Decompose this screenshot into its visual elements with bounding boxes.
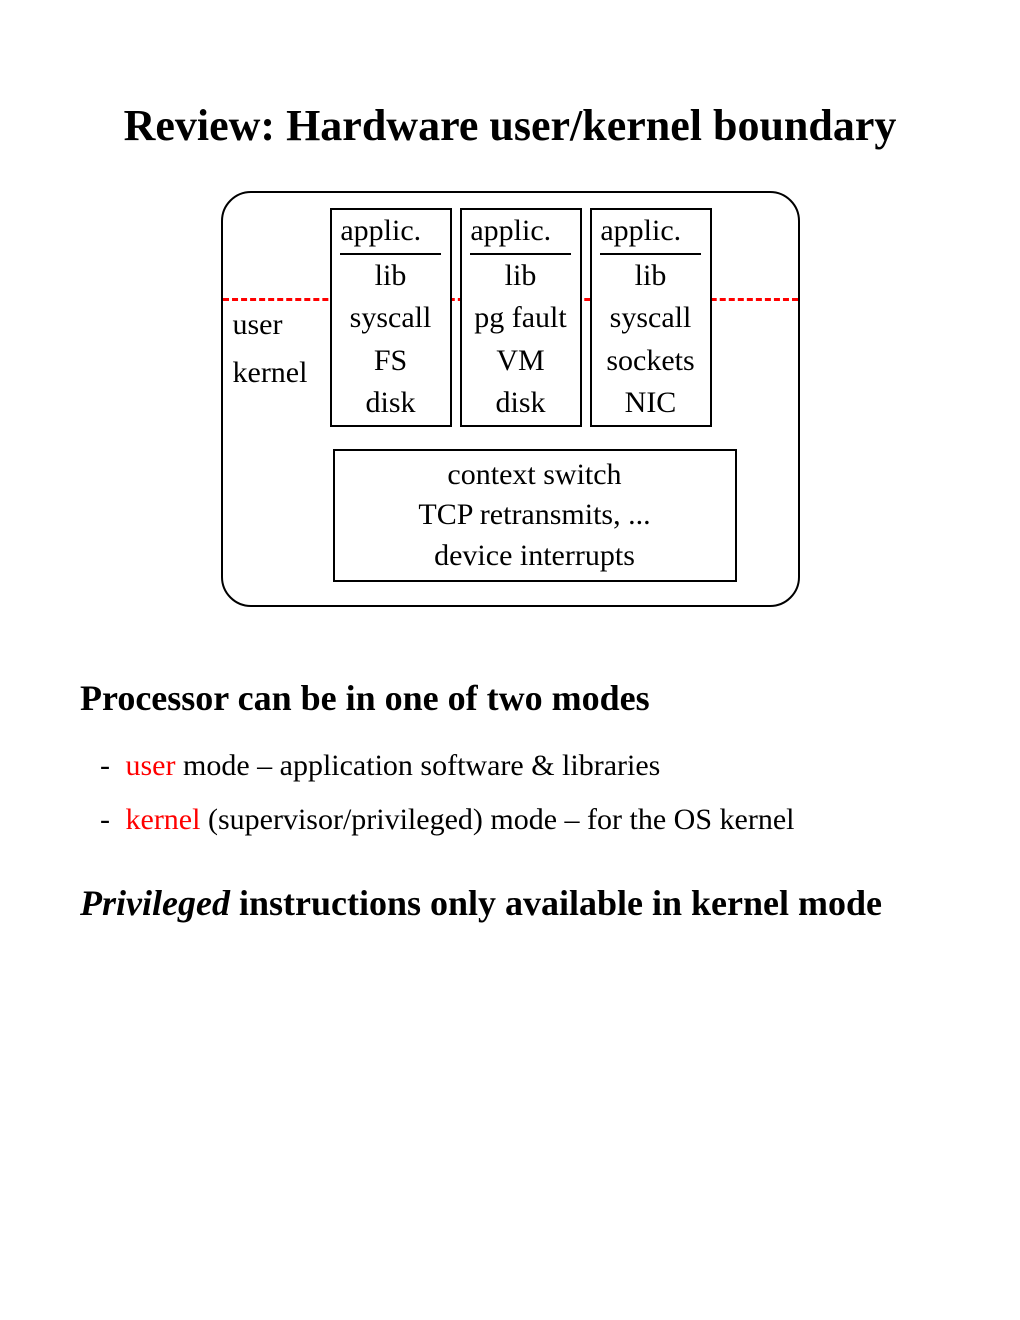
bg-line-1: context switch [335,455,735,496]
stack-0: applic. lib syscall FS disk [330,208,452,427]
stack-2-lib: lib [635,255,667,298]
stack-0-lib: lib [375,255,407,298]
stack-0-applic: applic. [340,210,440,255]
bg-line-2: TCP retransmits, ... [335,495,735,536]
bullet-0: - user mode – application software & lib… [100,739,940,793]
stack-1-trap: pg fault [474,297,566,340]
bg-line-3: device interrupts [335,536,735,577]
stack-2: applic. lib syscall sockets NIC [590,208,712,427]
bullet-list: - user mode – application software & lib… [100,739,940,847]
stacks-row: user kernel applic. lib syscall FS disk … [233,208,773,427]
subheading-2: Privileged instructions only available i… [80,882,940,924]
slide-container: Review: Hardware user/kernel boundary us… [0,0,1020,964]
bullet-1: - kernel (supervisor/privileged) mode – … [100,793,940,847]
kernel-label: kernel [233,356,323,390]
stack-1-mid: VM [496,340,544,383]
stack-0-dev: disk [365,382,415,425]
background-box: context switch TCP retransmits, ... devi… [333,449,737,583]
slide-title: Review: Hardware user/kernel boundary [80,100,940,151]
user-label: user [233,308,323,342]
stack-1-lib: lib [505,255,537,298]
stack-1-dev: disk [495,382,545,425]
stack-1-applic: applic. [470,210,570,255]
subheading-1: Processor can be in one of two modes [80,677,940,719]
stack-0-trap: syscall [350,297,432,340]
bullet-1-key: kernel [126,803,201,836]
stack-2-mid: sockets [606,340,694,383]
bullet-0-rest: mode – application software & libraries [175,749,660,782]
stack-2-trap: syscall [610,297,692,340]
mode-labels: user kernel [233,208,326,427]
stack-1: applic. lib pg fault VM disk [460,208,582,427]
subheading-2-rest: instructions only available in kernel mo… [230,883,882,923]
stack-2-dev: NIC [625,382,677,425]
bullet-1-rest: (supervisor/privileged) mode – for the O… [200,803,794,836]
subheading-2-italic: Privileged [80,883,230,923]
diagram-box: user kernel applic. lib syscall FS disk … [221,191,800,607]
stack-2-applic: applic. [600,210,700,255]
bullet-0-key: user [126,749,176,782]
stack-0-mid: FS [374,340,407,383]
